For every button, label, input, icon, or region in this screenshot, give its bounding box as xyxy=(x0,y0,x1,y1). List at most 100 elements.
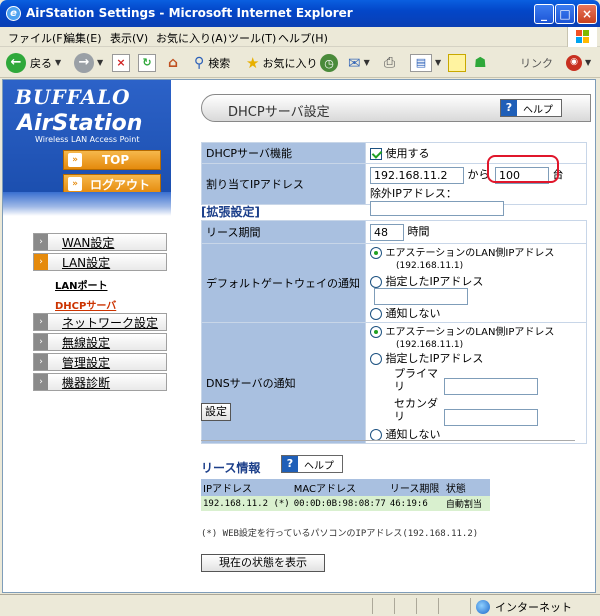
print-button[interactable]: ⎙ xyxy=(384,51,395,74)
discuss-button[interactable] xyxy=(448,51,466,74)
menu-edit[interactable]: 編集(E) xyxy=(64,30,102,46)
dns-specified-radio[interactable] xyxy=(370,352,382,365)
menu-tools[interactable]: ツール(T) xyxy=(228,30,276,46)
star-icon: ★ xyxy=(246,53,260,72)
dns-secondary-input[interactable] xyxy=(443,408,538,426)
gateway-none-radio[interactable] xyxy=(370,307,382,320)
page-content: BUFFALO AirStation Wireless LAN Access P… xyxy=(2,79,596,593)
edit-button[interactable]: ▤ ▼ xyxy=(410,51,441,74)
sidebar-item-admin[interactable]: › 管理設定 xyxy=(33,353,167,371)
chevron-right-icon: » xyxy=(68,153,82,167)
chevron-right-icon: › xyxy=(34,254,48,270)
menu-favorites[interactable]: お気に入り(A) xyxy=(156,30,227,46)
close-button[interactable]: × xyxy=(577,4,597,24)
divider xyxy=(201,440,575,441)
gateway-label: デフォルトゲートウェイの通知 xyxy=(201,242,366,323)
dns-lan-ip: (192.168.11.1) xyxy=(396,339,464,350)
chevron-right-icon: › xyxy=(34,334,48,350)
dns-specified-label: 指定したIPアドレス xyxy=(385,351,484,365)
dhcp-enable-label: 使用する xyxy=(385,147,430,160)
page-title: DHCPサーバ設定 xyxy=(228,105,330,120)
help-button[interactable]: ? ヘルプ xyxy=(500,99,562,117)
forward-button[interactable]: → ▼ xyxy=(74,51,103,74)
forward-dropdown-icon[interactable]: ▼ xyxy=(97,58,103,67)
refresh-button[interactable]: ↻ xyxy=(138,51,156,74)
sidebar-item-wan[interactable]: › WAN設定 xyxy=(33,233,167,251)
assign-ip-start-input[interactable]: 192.168.11.2 xyxy=(370,166,464,184)
stop-button[interactable]: × xyxy=(112,51,130,74)
menu-file[interactable]: ファイル(F) xyxy=(8,30,67,46)
search-label: 検索 xyxy=(208,56,231,70)
table-row: 192.168.11.2 (*) 00:0D:0B:98:08:77 46:19… xyxy=(201,496,490,511)
gateway-lan-radio[interactable] xyxy=(370,246,382,259)
lease-col-ip: IPアドレス xyxy=(201,479,292,496)
gateway-lan-ip: (192.168.11.1) xyxy=(396,260,464,271)
lease-help-button[interactable]: ? ヘルプ xyxy=(281,455,343,473)
assign-ip-label: 割り当てIPアドレス xyxy=(201,163,366,205)
security-zone: インターネット xyxy=(476,599,572,615)
top-button[interactable]: » TOP xyxy=(63,150,161,170)
dhcp-advanced-table: リース期間 48 時間 デフォルトゲートウェイの通知 エアステーションのLAN側… xyxy=(201,220,587,444)
addon-dropdown-icon[interactable]: ▼ xyxy=(585,58,591,67)
refresh-status-button[interactable]: 現在の状態を表示 xyxy=(201,554,325,572)
gateway-cell: エアステーションのLAN側IPアドレス (192.168.11.1) 指定したI… xyxy=(365,242,587,323)
page-header: DHCPサーバ設定 ? ヘルプ xyxy=(201,94,591,122)
sidebar-item-lan[interactable]: › LAN設定 xyxy=(33,253,167,271)
dns-lan-radio[interactable] xyxy=(370,325,382,338)
search-button[interactable]: ⚲ 検索 xyxy=(194,51,230,74)
sidebar-subitem-dhcp-server[interactable]: DHCPサーバ xyxy=(55,297,116,312)
mail-dropdown-icon[interactable]: ▼ xyxy=(364,58,370,67)
addon-icon: ◉ xyxy=(566,54,582,71)
favorites-label: お気に入り xyxy=(262,56,318,70)
submit-button[interactable]: 設定 xyxy=(201,403,231,421)
exclude-ip-input[interactable] xyxy=(370,201,504,216)
lease-period-input[interactable]: 48 xyxy=(370,223,404,241)
edit-icon: ▤ xyxy=(410,53,432,72)
refresh-icon: ↻ xyxy=(138,53,156,72)
gateway-ip-input[interactable] xyxy=(374,287,468,305)
dns-none-radio[interactable] xyxy=(370,428,382,441)
windows-logo-icon xyxy=(567,27,597,47)
mail-button[interactable]: ✉ ▼ xyxy=(348,51,370,74)
maximize-button[interactable]: □ xyxy=(555,4,575,24)
dns-none-label: 通知しない xyxy=(385,427,441,441)
menu-help[interactable]: ヘルプ(H) xyxy=(278,30,328,46)
addon-button[interactable]: ◉ ▼ xyxy=(566,51,591,74)
logout-button[interactable]: » ログアウト xyxy=(63,174,161,194)
home-icon: ⌂ xyxy=(167,54,179,71)
window-title: AirStation Settings - Microsoft Internet… xyxy=(26,6,353,20)
dhcp-enable-checkbox[interactable] xyxy=(370,148,382,160)
lease-table-header: IPアドレス MACアドレス リース期限 状態 xyxy=(201,479,490,496)
sidebar-subitem-lan-port[interactable]: LANポート xyxy=(55,277,107,292)
sidebar-item-network[interactable]: › ネットワーク設定 xyxy=(33,313,167,331)
back-dropdown-icon[interactable]: ▼ xyxy=(55,58,61,67)
links-button[interactable]: リンク xyxy=(520,51,553,74)
gateway-specified-radio[interactable] xyxy=(370,275,382,288)
sidebar-item-diagnostics[interactable]: › 機器診断 xyxy=(33,373,167,391)
note-icon xyxy=(448,53,466,72)
chevron-right-icon: » xyxy=(68,177,82,191)
messenger-button[interactable]: ☗ xyxy=(474,51,487,74)
favorites-button[interactable]: ★ お気に入り xyxy=(246,51,317,74)
messenger-icon: ☗ xyxy=(474,54,487,71)
menu-view[interactable]: 表示(V) xyxy=(110,30,148,46)
home-button[interactable]: ⌂ xyxy=(164,51,182,74)
back-button[interactable]: ← 戻る ▼ xyxy=(6,51,61,74)
minimize-button[interactable]: _ xyxy=(534,4,554,24)
dns-primary-label: プライマリ xyxy=(394,366,438,393)
edit-dropdown-icon[interactable]: ▼ xyxy=(435,58,441,67)
lease-cell-ip: 192.168.11.2 (*) xyxy=(201,496,292,511)
lease-cell-status: 自動割当 xyxy=(443,496,490,511)
history-icon: ◷ xyxy=(320,53,338,72)
chevron-right-icon: › xyxy=(34,374,48,390)
search-icon: ⚲ xyxy=(194,54,205,71)
sidebar-item-wireless[interactable]: › 無線設定 xyxy=(33,333,167,351)
print-icon: ⎙ xyxy=(384,54,396,71)
question-icon: ? xyxy=(282,456,298,472)
advanced-section-title: [拡張設定] xyxy=(201,205,260,219)
lease-period-label: リース期間 xyxy=(201,220,366,244)
dns-lan-label: エアステーションのLAN側IPアドレス xyxy=(385,326,555,338)
highlight-circle xyxy=(487,155,559,183)
dns-primary-input[interactable] xyxy=(443,378,538,395)
history-button[interactable]: ◷ xyxy=(320,51,338,74)
